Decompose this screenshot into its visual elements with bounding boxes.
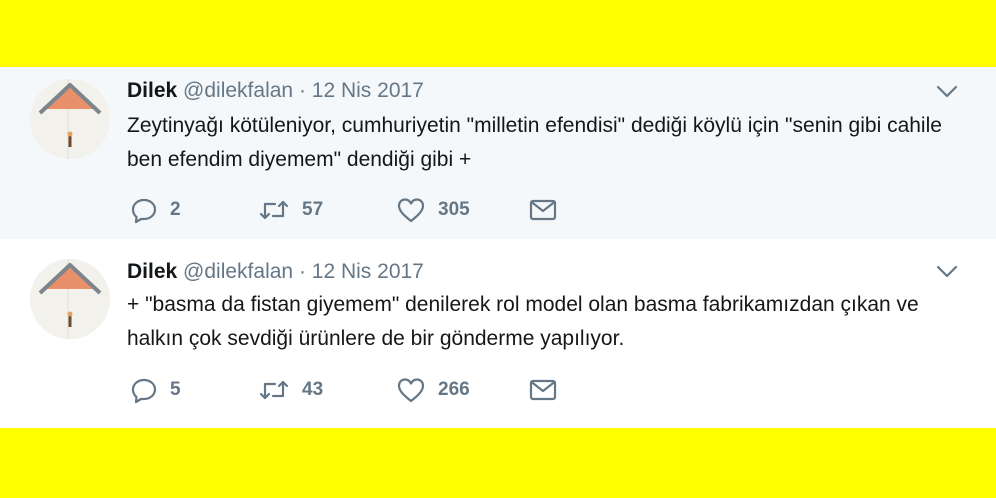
reply-count: 5: [170, 379, 181, 400]
avatar[interactable]: [30, 259, 110, 339]
retweet-count: 43: [302, 379, 324, 400]
direct-message-button[interactable]: [528, 195, 558, 225]
tweet-header: Dilek @dilekfalan · 12 Nis 2017: [127, 78, 424, 104]
meta-separator: ·: [298, 260, 306, 283]
tweet-text: + "basma da fistan giyemem" denilerek ro…: [127, 293, 919, 350]
chevron-down-icon[interactable]: [936, 85, 958, 99]
like-count: 305: [438, 199, 470, 220]
reply-count: 2: [170, 199, 181, 220]
user-handle[interactable]: @dilekfalan: [183, 79, 293, 102]
envelope-icon: [529, 379, 557, 401]
like-button[interactable]: 305: [396, 195, 470, 225]
tweet-date[interactable]: 12 Nis 2017: [312, 260, 424, 283]
reply-button[interactable]: 2: [130, 195, 181, 225]
user-handle[interactable]: @dilekfalan: [183, 260, 293, 283]
retweet-icon: [259, 380, 289, 400]
tweet-actions: 5 43 266: [130, 375, 590, 405]
tweet-card[interactable]: Dilek @dilekfalan · 12 Nis 2017 + "basma…: [0, 239, 996, 428]
reply-icon: [131, 198, 157, 224]
envelope-icon: [529, 199, 557, 221]
heart-icon: [397, 378, 425, 403]
retweet-button[interactable]: 43: [258, 375, 323, 405]
retweet-button[interactable]: 57: [258, 195, 323, 225]
meta-separator: ·: [298, 79, 306, 102]
display-name[interactable]: Dilek: [127, 260, 177, 283]
display-name[interactable]: Dilek: [127, 79, 177, 102]
like-button[interactable]: 266: [396, 375, 470, 405]
like-count: 266: [438, 379, 470, 400]
chevron-down-icon[interactable]: [936, 265, 958, 279]
reply-icon: [131, 378, 157, 404]
bottom-yellow-band: [0, 428, 996, 498]
tweet-card[interactable]: Dilek @dilekfalan · 12 Nis 2017 Zeytinya…: [0, 67, 996, 239]
tweet-header: Dilek @dilekfalan · 12 Nis 2017: [127, 259, 424, 285]
heart-icon: [397, 198, 425, 223]
reply-button[interactable]: 5: [130, 375, 181, 405]
tweet-text: Zeytinyağı kötüleniyor, cumhuriyetin "mi…: [127, 114, 942, 171]
tweet-actions: 2 57 305: [130, 195, 590, 225]
retweet-count: 57: [302, 199, 324, 220]
direct-message-button[interactable]: [528, 375, 558, 405]
avatar[interactable]: [30, 79, 110, 159]
top-yellow-band: [0, 0, 996, 67]
tweet-date[interactable]: 12 Nis 2017: [312, 79, 424, 102]
retweet-icon: [259, 200, 289, 220]
